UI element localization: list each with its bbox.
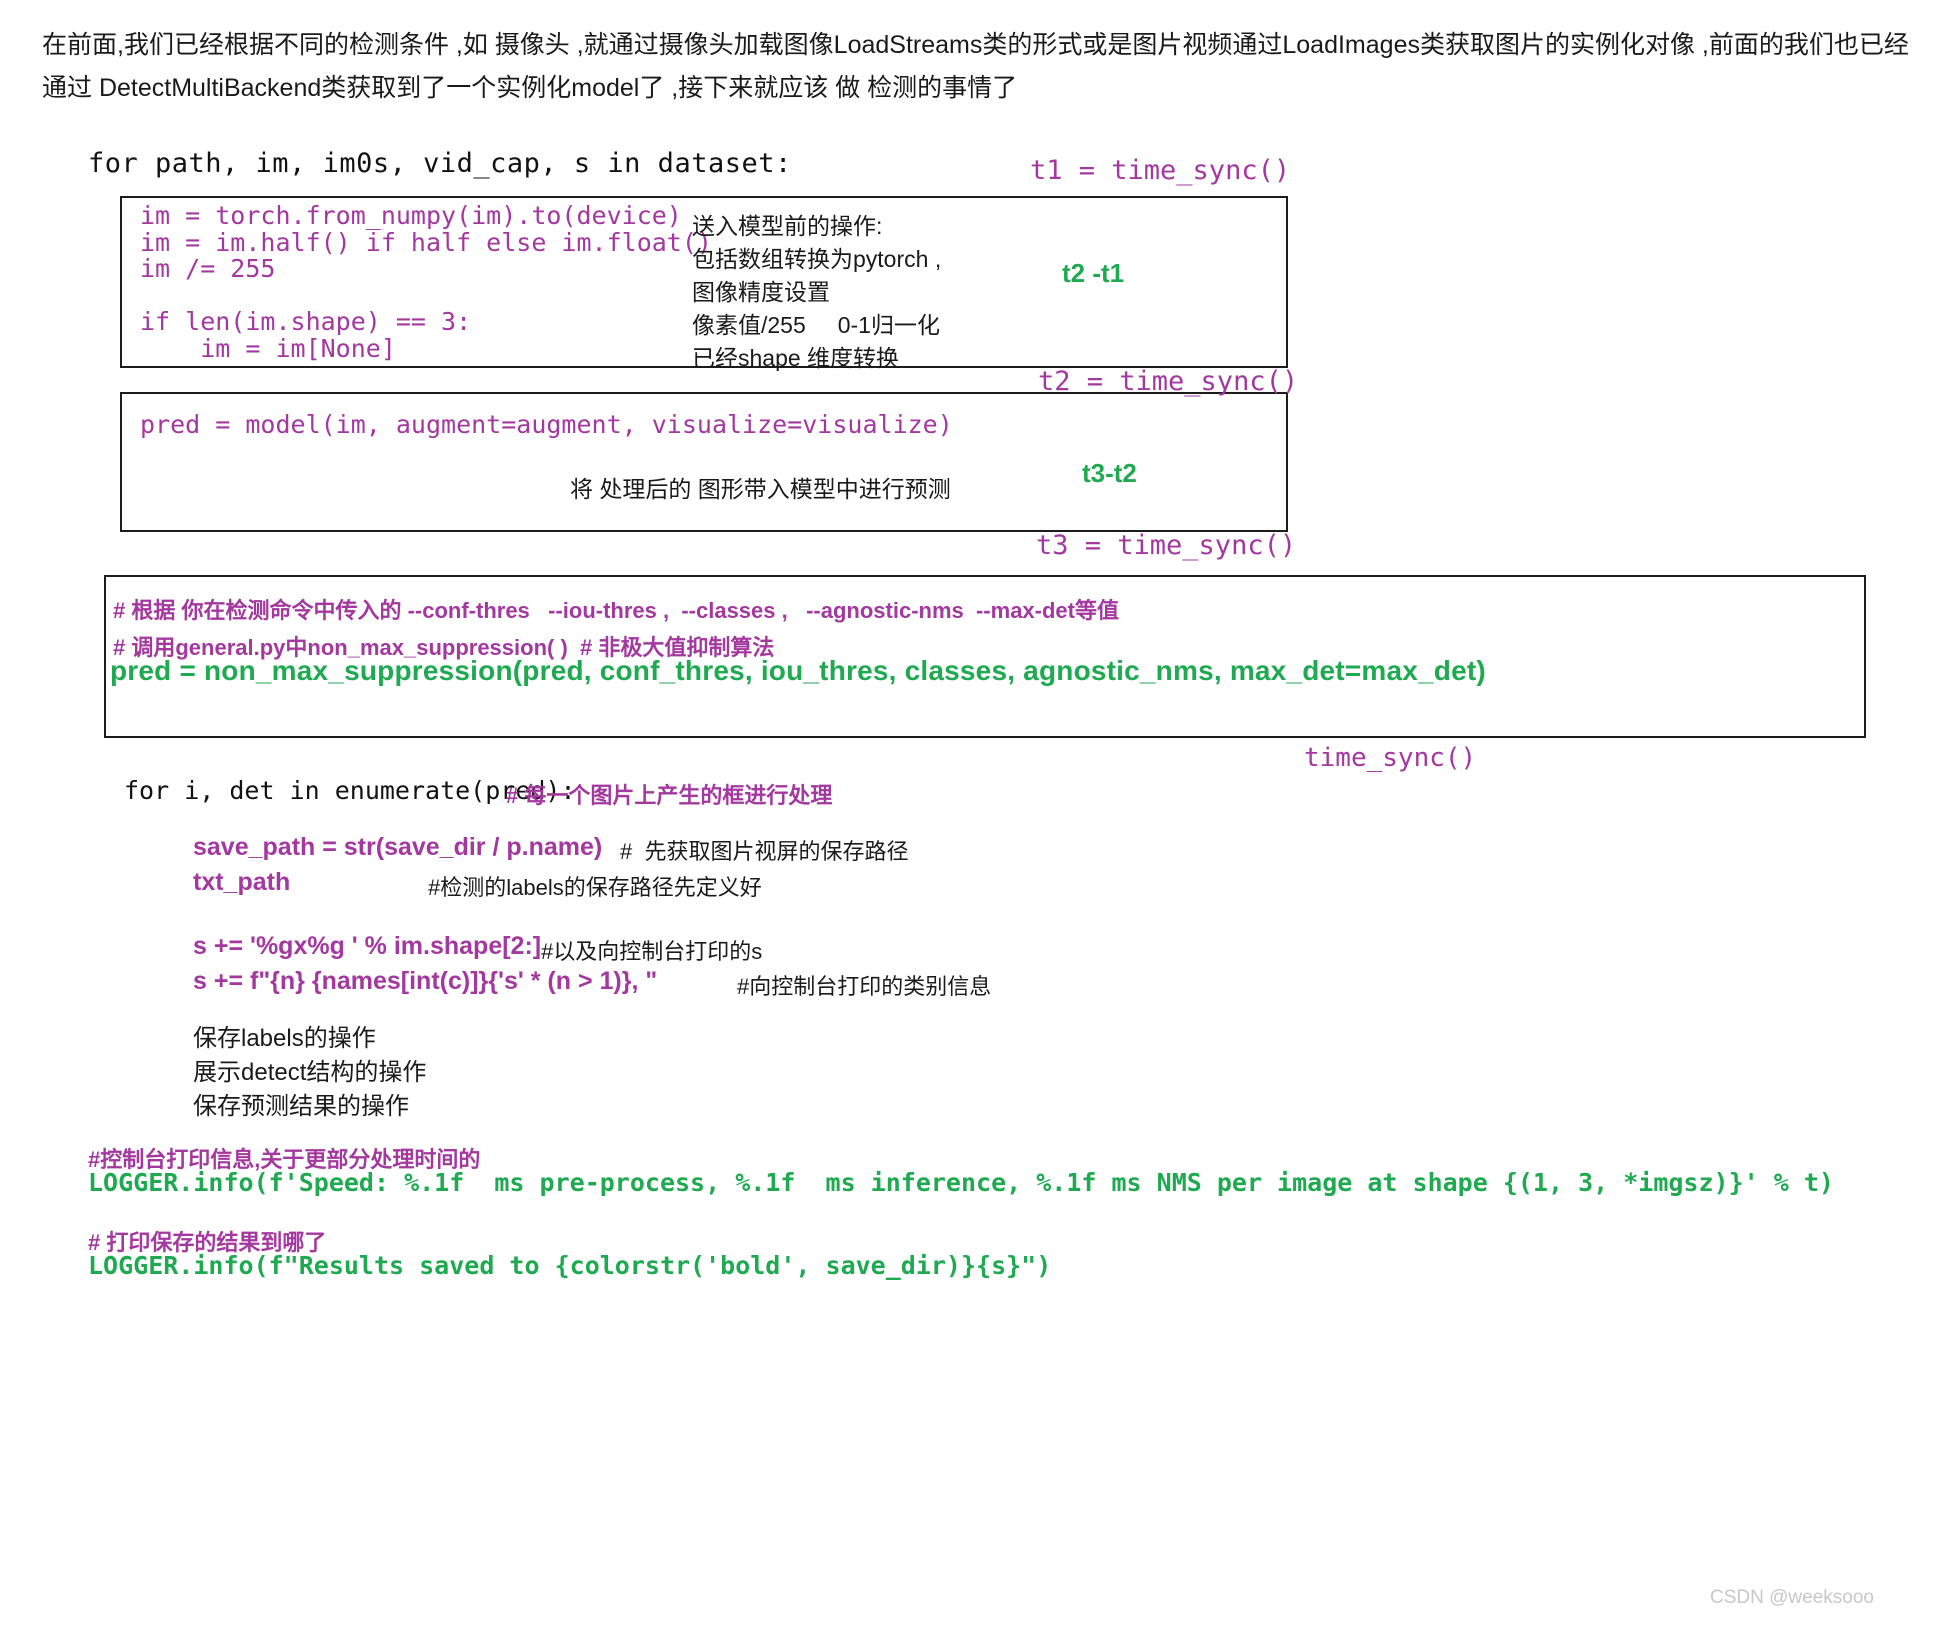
preprocess-code: im = torch.from_numpy(im).to(device) im … [140, 201, 712, 363]
s-shape-statement: s += '%gx%g ' % im.shape[2:] [193, 932, 542, 960]
s-names-comment: #向控制台打印的类别信息 [737, 974, 992, 999]
timer-t2-label: t2 = time_sync() [1038, 366, 1299, 397]
for-dataset-statement: for path, im, im0s, vid_cap, s in datase… [88, 148, 792, 179]
preprocess-annotation: 送入模型前的操作: 包括数组转换为pytorch , 图像精度设置 像素值/25… [692, 213, 942, 371]
timer-t1-label: t1 = time_sync() [1030, 155, 1291, 186]
timer-t2-minus-t1-label: t2 -t1 [1062, 258, 1125, 288]
timer-t3-label: t3 = time_sync() [1036, 530, 1297, 561]
logger-speed-statement: LOGGER.info(f'Speed: %.1f ms pre-process… [88, 1168, 1834, 1197]
s-names-statement: s += f"{n} {names[int(c)]}{'s' * (n > 1)… [193, 967, 658, 995]
timer-time-sync-label: time_sync() [1304, 743, 1477, 773]
save-path-comment: # 先获取图片视屏的保存路径 [620, 839, 909, 864]
for-enumerate-comment: # 每一个图片上产生的框进行处理 [506, 783, 833, 808]
detect-operations-list: 保存labels的操作 展示detect结构的操作 保存预测结果的操作 [193, 1025, 427, 1120]
logger-results-statement: LOGGER.info(f"Results saved to {colorstr… [88, 1251, 1052, 1280]
timer-t3-minus-t2-label: t3-t2 [1082, 458, 1137, 488]
csdn-watermark: CSDN @weeksooo [1710, 1587, 1874, 1608]
txt-path-comment: #检测的labels的保存路径先定义好 [428, 875, 762, 900]
s-shape-comment: #以及向控制台打印的s [541, 939, 763, 964]
txt-path-statement: txt_path [193, 868, 291, 896]
predict-annotation: 将 处理后的 图形带入模型中进行预测 [570, 476, 951, 502]
save-path-statement: save_path = str(save_dir / p.name) [193, 833, 603, 861]
nms-code: pred = non_max_suppression(pred, conf_th… [110, 655, 1486, 686]
intro-paragraph: 在前面,我们已经根据不同的检测条件 ,如 摄像头 ,就通过摄像头加载图像Load… [42, 31, 1909, 102]
predict-code: pred = model(im, augment=augment, visual… [140, 410, 953, 439]
nms-comment-1: # 根据 你在检测命令中传入的 --conf-thres --iou-thres… [113, 598, 1119, 623]
